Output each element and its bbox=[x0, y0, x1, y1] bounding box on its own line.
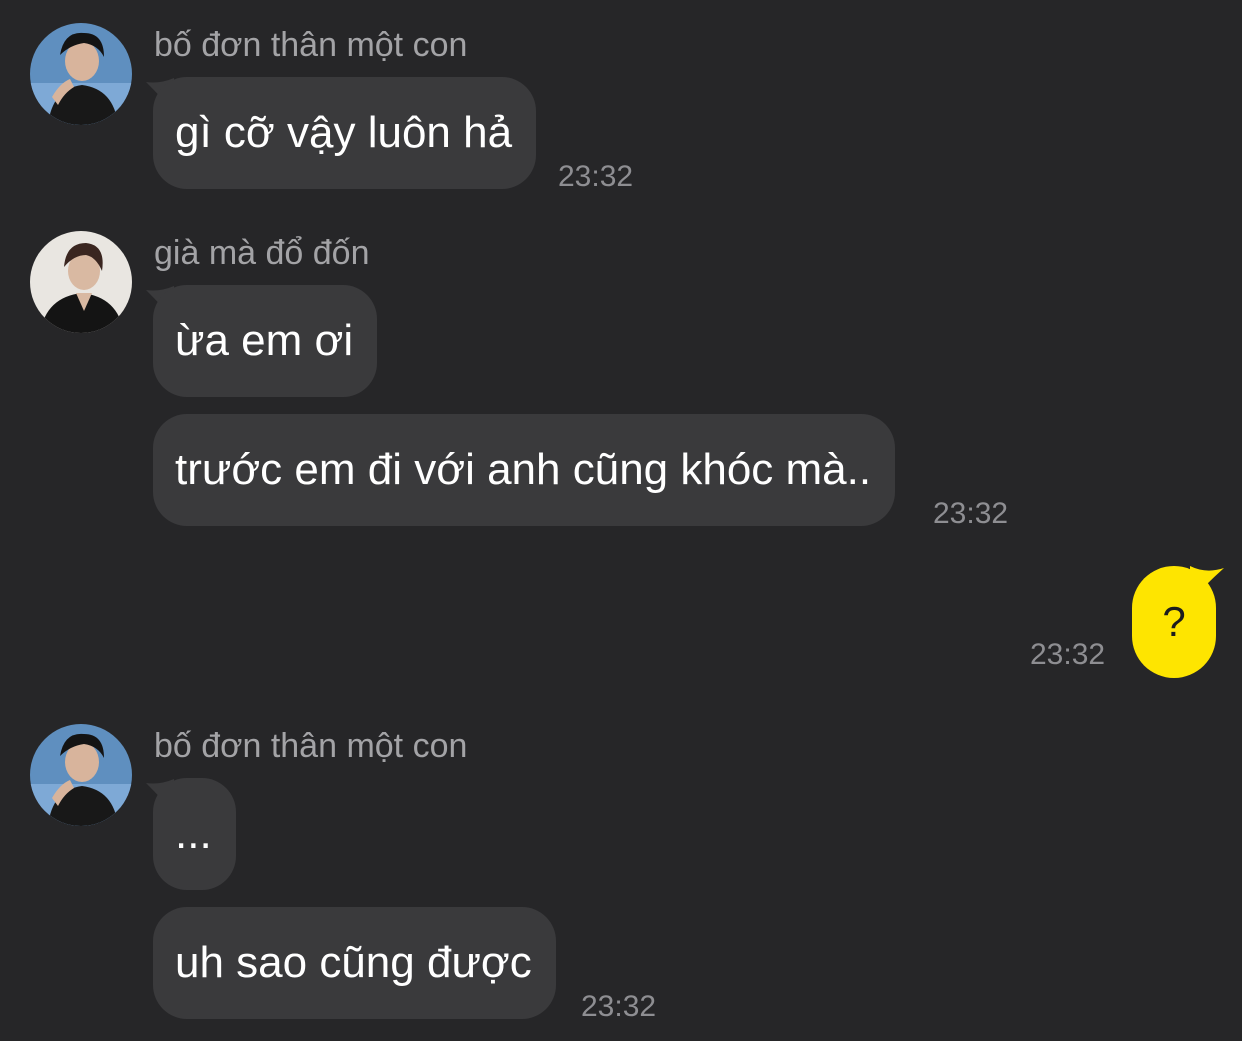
message-bubble[interactable]: ừa em ơi bbox=[153, 285, 378, 397]
message-timestamp: 23:32 bbox=[558, 160, 634, 193]
sender-name: già mà đổ đốn bbox=[154, 234, 370, 272]
profile-photo bbox=[30, 724, 132, 826]
message-bubble[interactable]: uh sao cũng được bbox=[153, 907, 556, 1019]
chat-thread[interactable]: bố đơn thân một con gì cỡ vậy luôn hả 23… bbox=[0, 0, 1242, 1041]
message-bubble[interactable]: trước em đi với anh cũng khóc mà.. bbox=[153, 414, 896, 526]
message-timestamp: 23:32 bbox=[1030, 638, 1106, 671]
my-message-bubble[interactable]: ? bbox=[1132, 566, 1216, 678]
profile-photo bbox=[30, 231, 132, 333]
avatar[interactable] bbox=[30, 724, 132, 826]
message-bubble[interactable]: ... bbox=[153, 778, 236, 890]
message-timestamp: 23:32 bbox=[933, 497, 1009, 530]
avatar[interactable] bbox=[30, 231, 132, 333]
avatar[interactable] bbox=[30, 23, 132, 125]
profile-photo bbox=[30, 23, 132, 125]
sender-name: bố đơn thân một con bbox=[154, 727, 468, 765]
message-bubble[interactable]: gì cỡ vậy luôn hả bbox=[153, 77, 537, 189]
message-timestamp: 23:32 bbox=[581, 990, 657, 1023]
sender-name: bố đơn thân một con bbox=[154, 26, 468, 64]
